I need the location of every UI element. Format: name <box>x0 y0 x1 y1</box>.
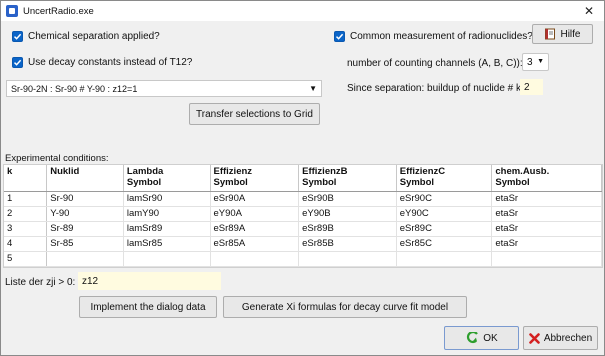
column-header[interactable]: EffizienzC Symbol <box>396 165 493 192</box>
common-measurement-label: Common measurement of radionuclides? <box>350 31 533 42</box>
grid-table: k Nuklid Lambda Symbol Effizienz Symbol Ef… <box>4 165 602 267</box>
buildup-value: 2 <box>524 81 530 93</box>
table-cell[interactable]: lamSr90 <box>123 191 211 207</box>
close-icon <box>529 332 540 344</box>
app-icon <box>6 5 18 17</box>
table-cell[interactable]: eY90A <box>210 206 300 222</box>
column-header[interactable]: k <box>4 165 48 192</box>
table-cell[interactable]: eSr85A <box>210 236 300 252</box>
chem-separation-checkbox[interactable]: Chemical separation applied? <box>12 31 160 42</box>
table-cell[interactable]: eY90B <box>298 206 397 222</box>
help-button[interactable]: Hilfe <box>532 24 593 44</box>
zji-label: Liste der zji > 0: <box>5 277 76 288</box>
chevron-down-icon: ▼ <box>537 58 544 65</box>
cancel-button-label: Abbrechen <box>543 332 593 344</box>
table-row[interactable]: 5 <box>4 251 602 267</box>
experimental-conditions-grid[interactable]: k Nuklid Lambda Symbol Effizienz Symbol Ef… <box>3 164 603 268</box>
buildup-label: Since separation: buildup of nuclide # k… <box>347 83 524 94</box>
transfer-button-label: Transfer selections to Grid <box>196 108 313 120</box>
table-cell[interactable]: Sr-85 <box>46 236 124 252</box>
table-cell[interactable] <box>396 251 493 267</box>
generate-formulas-button[interactable]: Generate Xi formulas for decay curve fit… <box>223 296 467 318</box>
column-header[interactable]: chem.Ausb. Symbol <box>491 165 602 192</box>
column-header[interactable]: Effizienz Symbol <box>210 165 300 192</box>
table-cell[interactable]: 5 <box>4 251 48 267</box>
nuclide-combo-value: Sr-90-2N : Sr-90 # Y-90 : z12=1 <box>11 83 138 94</box>
decay-constants-label: Use decay constants instead of T12? <box>28 57 193 68</box>
table-cell[interactable]: etaSr <box>491 236 602 252</box>
grid-caption: Experimental conditions: <box>5 153 109 164</box>
column-header[interactable]: EffizienzB Symbol <box>298 165 397 192</box>
table-row[interactable]: 4 Sr-85 lamSr85 eSr85A eSr85B eSr85C eta… <box>4 236 602 252</box>
cancel-button[interactable]: Abbrechen <box>523 326 598 350</box>
channels-value: 3 <box>527 56 533 68</box>
column-header[interactable]: Nuklid <box>46 165 124 192</box>
transfer-to-grid-button[interactable]: Transfer selections to Grid <box>189 103 320 125</box>
table-cell[interactable]: eSr90B <box>298 191 397 207</box>
table-cell[interactable]: 3 <box>4 221 48 237</box>
window-title: UncertRadio.exe <box>23 5 94 17</box>
common-measurement-checkbox[interactable]: Common measurement of radionuclides? <box>334 31 533 42</box>
table-cell[interactable]: eSr89C <box>396 221 493 237</box>
chem-separation-label: Chemical separation applied? <box>28 31 160 42</box>
table-cell[interactable]: etaSr <box>491 191 602 207</box>
chevron-down-icon: ▼ <box>309 84 317 93</box>
ok-button-label: OK <box>483 332 498 344</box>
table-cell[interactable]: eSr90C <box>396 191 493 207</box>
checkmark-icon[interactable] <box>12 57 23 68</box>
decay-constants-checkbox[interactable]: Use decay constants instead of T12? <box>12 57 192 68</box>
table-cell[interactable]: eSr85B <box>298 236 397 252</box>
table-cell[interactable]: 2 <box>4 206 48 222</box>
checkmark-icon[interactable] <box>12 31 23 42</box>
table-cell[interactable]: Sr-89 <box>46 221 124 237</box>
generate-button-label: Generate Xi formulas for decay curve fit… <box>241 301 449 313</box>
nuclide-combo[interactable]: Sr-90-2N : Sr-90 # Y-90 : z12=1 ▼ <box>6 80 322 97</box>
table-cell[interactable]: lamSr85 <box>123 236 211 252</box>
channels-label: number of counting channels (A, B, C)): <box>347 58 523 69</box>
table-cell[interactable]: 1 <box>4 191 48 207</box>
table-cell[interactable]: Sr-90 <box>46 191 124 207</box>
close-icon[interactable]: ✕ <box>581 3 597 19</box>
buildup-input[interactable]: 2 <box>520 79 543 95</box>
zji-value: z12 <box>82 275 99 287</box>
table-row[interactable]: 1 Sr-90 lamSr90 eSr90A eSr90B eSr90C eta… <box>4 191 602 207</box>
table-cell[interactable] <box>491 251 602 267</box>
table-cell[interactable]: eSr89B <box>298 221 397 237</box>
help-book-icon <box>545 28 556 40</box>
ok-arrow-icon <box>467 332 479 344</box>
table-cell[interactable]: lamY90 <box>123 206 211 222</box>
table-cell[interactable]: etaSr <box>491 206 602 222</box>
table-cell[interactable]: eY90C <box>396 206 493 222</box>
table-cell[interactable] <box>123 251 211 267</box>
zji-input[interactable]: z12 <box>78 272 221 290</box>
title-bar: UncertRadio.exe ✕ <box>1 1 604 21</box>
table-cell[interactable] <box>210 251 300 267</box>
ok-button[interactable]: OK <box>444 326 519 350</box>
checkmark-icon[interactable] <box>334 31 345 42</box>
help-button-label: Hilfe <box>560 28 581 40</box>
table-cell[interactable]: lamSr89 <box>123 221 211 237</box>
table-cell[interactable] <box>46 251 124 267</box>
implement-dialog-button[interactable]: Implement the dialog data <box>79 296 217 318</box>
table-row[interactable]: 2 Y-90 lamY90 eY90A eY90B eY90C etaSr <box>4 206 602 222</box>
table-cell[interactable] <box>298 251 397 267</box>
table-cell[interactable]: eSr85C <box>396 236 493 252</box>
channels-select[interactable]: 3 ▼ <box>522 53 549 71</box>
table-cell[interactable]: etaSr <box>491 221 602 237</box>
table-cell[interactable]: eSr89A <box>210 221 300 237</box>
implement-button-label: Implement the dialog data <box>90 301 206 313</box>
table-row[interactable]: 3 Sr-89 lamSr89 eSr89A eSr89B eSr89C eta… <box>4 221 602 237</box>
dialog-window: UncertRadio.exe ✕ Chemical separation ap… <box>0 0 605 356</box>
table-cell[interactable]: 4 <box>4 236 48 252</box>
column-header[interactable]: Lambda Symbol <box>123 165 211 192</box>
table-cell[interactable]: eSr90A <box>210 191 300 207</box>
table-cell[interactable]: Y-90 <box>46 206 124 222</box>
